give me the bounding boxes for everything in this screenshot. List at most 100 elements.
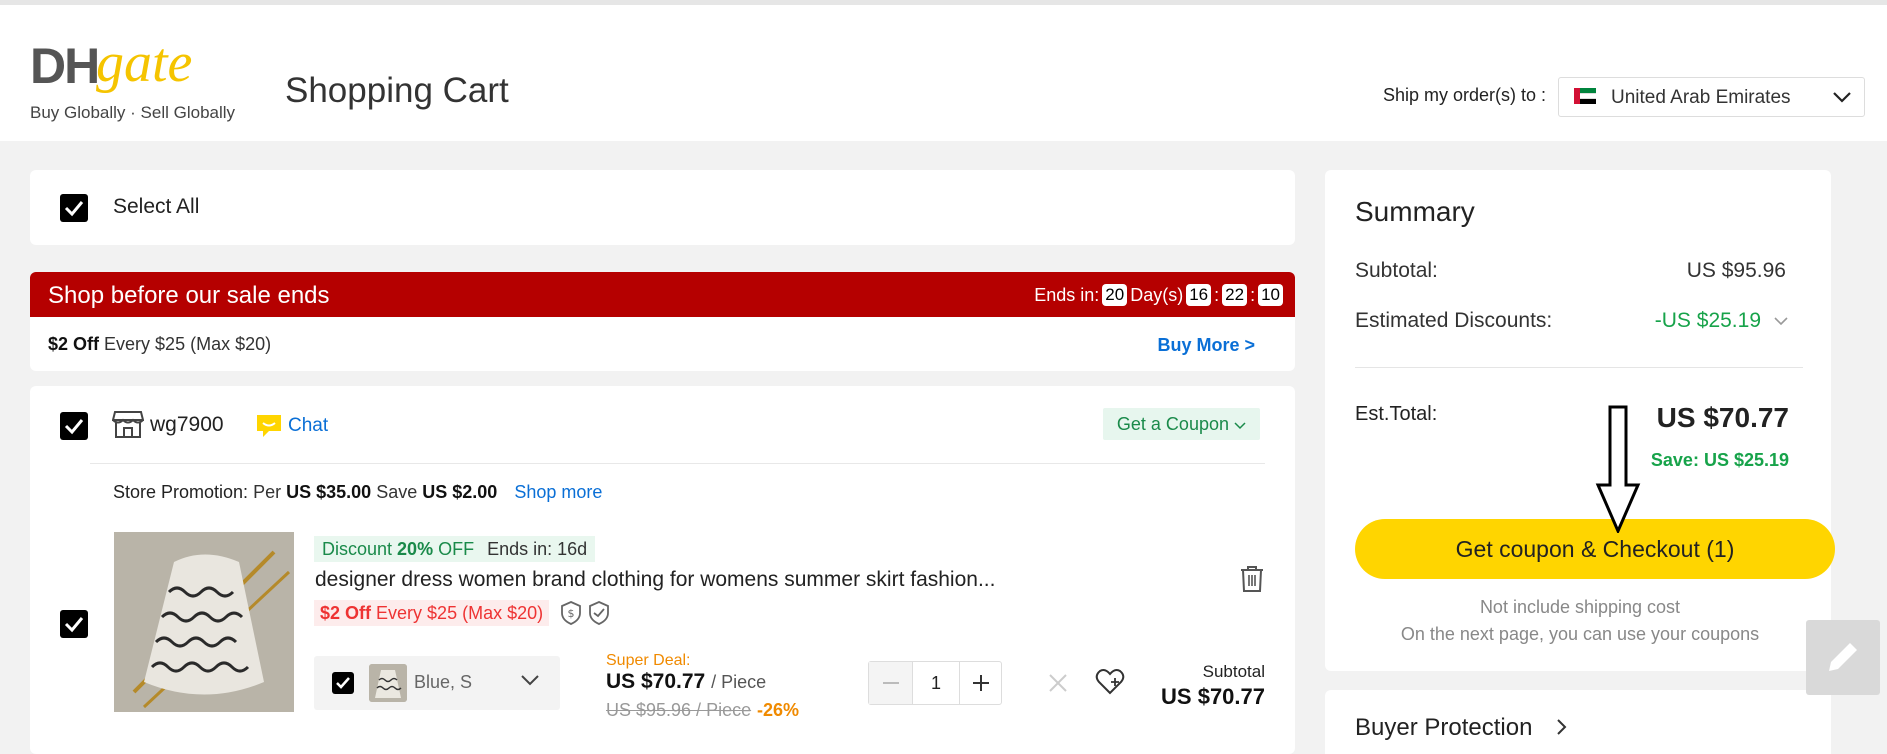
buy-more-link[interactable]: Buy More >	[1157, 335, 1255, 356]
store-name-link[interactable]: wg7900	[150, 413, 224, 437]
sale-banner-title: Shop before our sale ends	[48, 282, 330, 309]
get-coupon-button[interactable]: Get a Coupon	[1102, 408, 1260, 440]
sale-promo-detail: Every $25 (Max $20)	[104, 334, 272, 354]
variant-select[interactable]: Blue, S	[314, 656, 560, 710]
store-promo-save: Save	[376, 482, 418, 502]
variant-label: Blue, S	[414, 672, 473, 692]
store-promo-amount: US $35.00	[286, 482, 372, 502]
variant-image	[369, 664, 407, 702]
discounts-value[interactable]: -US $25.19	[1655, 309, 1761, 333]
shop-more-link[interactable]: Shop more	[514, 482, 602, 502]
pencil-icon	[1829, 643, 1857, 671]
divider	[90, 463, 1265, 464]
countdown-minutes: 22	[1222, 284, 1248, 306]
shield-dollar-icon: $	[561, 601, 581, 625]
check-icon	[64, 617, 84, 633]
discount-off: OFF	[438, 539, 475, 559]
quantity-value[interactable]: 1	[913, 673, 959, 694]
original-price: US $95.96 / Piece	[606, 700, 752, 720]
quantity-decrease-button[interactable]	[869, 662, 913, 704]
product-title-link[interactable]: designer dress women brand clothing for …	[315, 568, 995, 592]
select-all-card: Select All	[30, 170, 1295, 245]
off-tag-bold: $2 Off	[320, 603, 372, 623]
off-tag: $2 Off Every $25 (Max $20)	[314, 600, 550, 626]
chat-icon[interactable]	[255, 412, 283, 440]
feedback-edit-button[interactable]	[1806, 620, 1880, 695]
chevron-down-icon	[521, 675, 539, 686]
store-icon	[112, 411, 144, 438]
countdown-colon: :	[1250, 284, 1256, 305]
sale-promo-text: $2 Off Every $25 (Max $20)	[48, 334, 271, 355]
header: DH gate Buy Globally · Sell Globally Sho…	[0, 5, 1887, 141]
check-icon	[64, 419, 84, 435]
wishlist-heart-icon[interactable]	[1095, 668, 1125, 696]
page-title: Shopping Cart	[285, 71, 509, 110]
buyer-protection-label: Buyer Protection	[1355, 714, 1533, 741]
summary-panel: Summary Subtotal: US $95.96 Estimated Di…	[1325, 170, 1835, 671]
item-checkbox[interactable]	[60, 610, 88, 638]
discount-percent-label: -26%	[757, 700, 800, 720]
countdown-colon: :	[1214, 284, 1220, 305]
close-icon[interactable]	[1047, 672, 1069, 694]
chevron-down-icon	[1234, 422, 1246, 430]
uae-flag-icon	[1574, 88, 1596, 104]
item-subtotal-value: US $70.77	[1161, 684, 1265, 709]
store-promotion: Store Promotion: Per US $35.00 Save US $…	[113, 482, 602, 503]
product-image[interactable]	[114, 532, 294, 712]
est-total-label: Est.Total:	[1355, 403, 1438, 425]
store-promo-per: Per	[253, 482, 282, 502]
ends-in-label: Ends in:	[1034, 284, 1100, 305]
discount-percent: 20%	[397, 539, 434, 559]
get-coupon-label: Get a Coupon	[1116, 414, 1229, 434]
buyer-protection-card[interactable]: Buyer Protection	[1325, 690, 1831, 754]
ship-to-label: Ship my order(s) to :	[1383, 85, 1547, 105]
chevron-right-icon	[1557, 719, 1567, 735]
minus-icon	[883, 682, 899, 684]
select-all-checkbox[interactable]	[60, 194, 88, 222]
plus-icon	[973, 675, 989, 691]
store-checkbox[interactable]	[60, 412, 88, 440]
price-value: US $70.77	[606, 670, 706, 693]
super-deal-label: Super Deal:	[606, 652, 691, 669]
quantity-stepper[interactable]: 1	[868, 661, 1002, 705]
price-unit: / Piece	[711, 672, 767, 692]
save-amount: Save: US $25.19	[1650, 450, 1789, 470]
discount-ends: Ends in: 16d	[487, 539, 588, 559]
item-subtotal-label: Subtotal	[1202, 662, 1265, 681]
variant-checkbox[interactable]	[332, 672, 354, 694]
chevron-down-icon	[1833, 92, 1851, 103]
check-icon	[336, 677, 350, 689]
chat-link[interactable]: Chat	[288, 415, 328, 437]
sale-promo-bold: $2 Off	[48, 334, 100, 354]
sale-banner: Shop before our sale ends Ends in: 20 Da…	[30, 272, 1295, 317]
sale-promo-row: $2 Off Every $25 (Max $20) Buy More >	[30, 317, 1295, 371]
off-tag-detail: Every $25 (Max $20)	[376, 603, 544, 623]
select-all-label: Select All	[113, 195, 200, 218]
logo-tagline: Buy Globally · Sell Globally	[30, 103, 236, 122]
subtotal-value: US $95.96	[1686, 259, 1786, 282]
svg-text:$: $	[568, 607, 575, 620]
coupon-note: On the next page, you can use your coupo…	[1400, 624, 1760, 644]
store-promo-label: Store Promotion:	[113, 482, 249, 502]
store-promo-save-amount: US $2.00	[422, 482, 498, 502]
quantity-increase-button[interactable]	[959, 662, 1001, 704]
summary-divider	[1355, 367, 1803, 368]
subtotal-label: Subtotal:	[1355, 259, 1438, 282]
shipping-note: Not include shipping cost	[1479, 597, 1681, 617]
discounts-label: Estimated Discounts:	[1355, 309, 1553, 332]
down-arrow-annotation-icon	[1595, 405, 1641, 533]
store-card: wg7900 Chat Get a Coupon Store Promotion…	[30, 386, 1295, 754]
countdown-hours: 16	[1186, 284, 1212, 306]
logo-dh: DH	[30, 38, 100, 94]
unit-price: US $70.77 / Piece	[606, 670, 766, 694]
est-total-value: US $70.77	[1656, 402, 1789, 433]
ship-country-select[interactable]: United Arab Emirates	[1558, 77, 1865, 117]
chevron-down-icon[interactable]	[1773, 316, 1789, 326]
trash-icon[interactable]	[1239, 565, 1265, 593]
dhgate-logo[interactable]: DH gate Buy Globally · Sell Globally	[30, 32, 240, 123]
discount-word: Discount	[322, 539, 393, 559]
summary-title: Summary	[1355, 196, 1475, 227]
discount-tag: Discount 20% OFF Ends in: 16d	[314, 536, 596, 562]
sale-countdown: Ends in: 20 Day(s) 16 : 22 : 10	[1034, 284, 1283, 306]
check-icon	[64, 201, 84, 217]
